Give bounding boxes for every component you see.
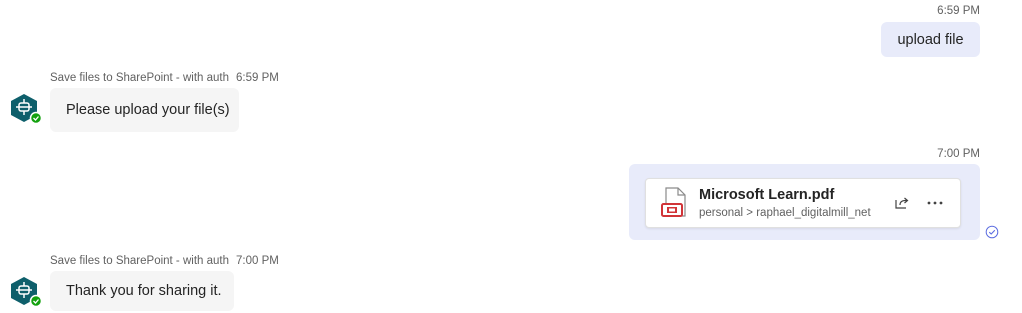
bot-message-bubble[interactable]: Please upload your file(s) (50, 88, 239, 132)
share-icon[interactable] (892, 193, 912, 213)
more-options-icon[interactable] (924, 193, 946, 213)
bot-message-text: Please upload your file(s) (66, 102, 230, 118)
user-message-text: upload file (897, 31, 964, 48)
bot-message-bubble[interactable]: Thank you for sharing it. (50, 271, 234, 311)
user-file-message-bubble[interactable]: Microsoft Learn.pdf personal > raphael_d… (629, 164, 980, 240)
user-message-timestamp: 6:59 PM (937, 5, 980, 17)
bot-sender-name: Save files to SharePoint - with auth (50, 255, 229, 267)
bot-message-text: Thank you for sharing it. (66, 283, 222, 299)
bot-message-header: Save files to SharePoint - with auth 7:00… (50, 255, 279, 267)
user-message-bubble[interactable]: upload file (881, 22, 980, 57)
bot-avatar-icon (11, 94, 43, 125)
bot-message-timestamp: 7:00 PM (236, 255, 279, 267)
bot-avatar-icon (11, 277, 43, 308)
bot-avatar[interactable] (9, 93, 43, 125)
bot-avatar[interactable] (9, 276, 43, 308)
bot-message-header: Save files to SharePoint - with auth 6:59… (50, 72, 279, 84)
user-message-timestamp: 7:00 PM (937, 148, 980, 160)
file-name[interactable]: Microsoft Learn.pdf (699, 187, 834, 203)
file-attachment-card[interactable]: Microsoft Learn.pdf personal > raphael_d… (645, 178, 961, 228)
bot-sender-name: Save files to SharePoint - with auth (50, 72, 229, 84)
pdf-file-icon (660, 186, 688, 220)
file-path: personal > raphael_digitalmill_net (699, 207, 871, 219)
bot-message-timestamp: 6:59 PM (236, 72, 279, 84)
sent-check-icon (985, 225, 999, 239)
